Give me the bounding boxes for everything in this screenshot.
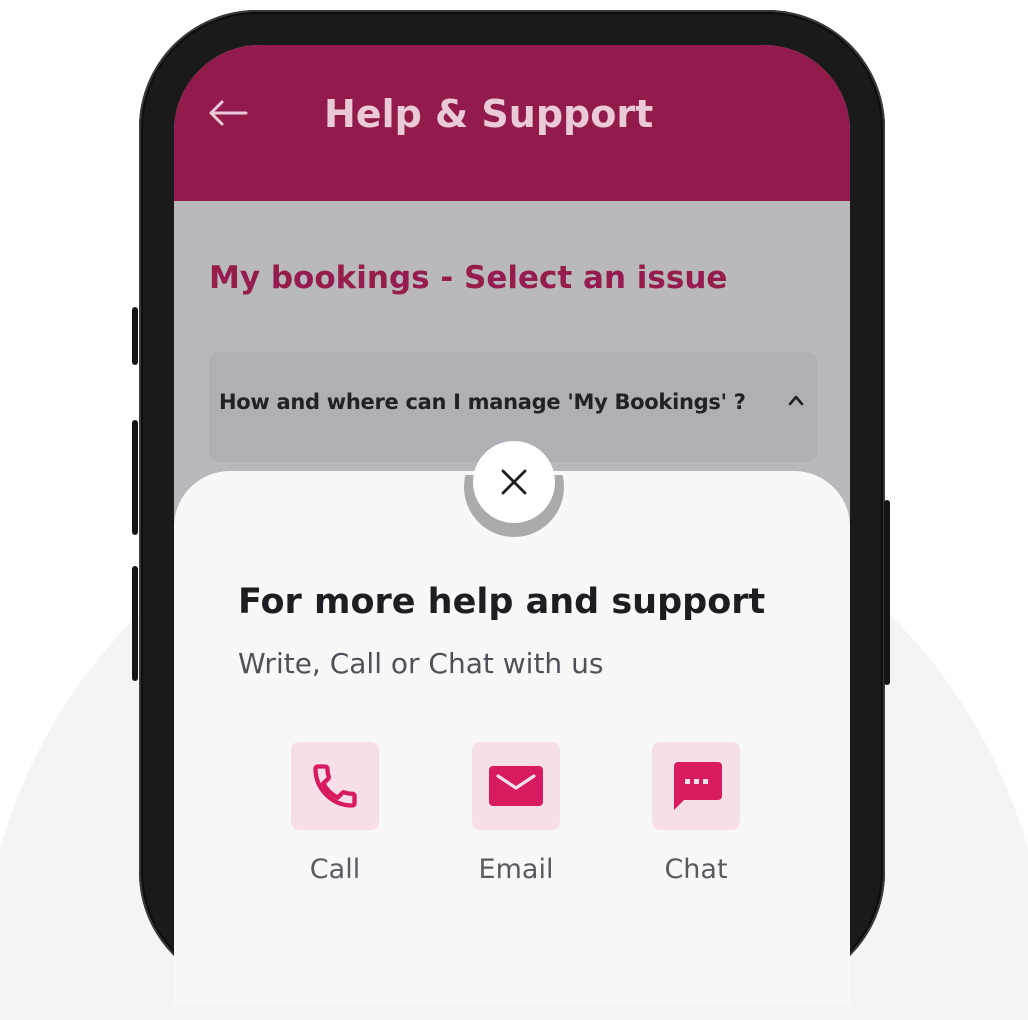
chat-icon	[674, 762, 722, 810]
close-icon	[501, 469, 527, 495]
sheet-subtitle: Write, Call or Chat with us	[238, 647, 604, 680]
phone-side-button	[132, 566, 138, 681]
call-icon-tile	[291, 742, 379, 830]
arrow-left-icon[interactable]	[206, 95, 250, 131]
chat-option[interactable]: Chat	[627, 742, 767, 912]
phone-side-button	[884, 500, 890, 685]
phone-frame: Help & Support My bookings - Select an i…	[132, 10, 890, 1005]
app-header: Help & Support	[174, 45, 850, 201]
chat-icon-tile	[652, 742, 740, 830]
phone-icon	[313, 764, 357, 808]
phone-side-button	[132, 420, 138, 535]
call-label: Call	[309, 854, 361, 885]
close-button[interactable]	[473, 441, 555, 523]
sheet-title: For more help and support	[238, 582, 766, 622]
faq-question: How and where can I manage 'My Bookings'…	[219, 390, 746, 414]
call-option[interactable]: Call	[266, 742, 406, 912]
app-screen: Help & Support My bookings - Select an i…	[174, 45, 850, 1005]
chevron-up-icon[interactable]	[787, 393, 805, 407]
email-option[interactable]: Email	[447, 742, 587, 912]
envelope-icon	[489, 766, 543, 806]
email-icon-tile	[472, 742, 560, 830]
section-title: My bookings - Select an issue	[209, 260, 728, 296]
phone-side-button	[132, 307, 138, 365]
page-title: Help & Support	[324, 92, 654, 136]
email-label: Email	[478, 854, 554, 885]
chat-label: Chat	[664, 854, 728, 885]
